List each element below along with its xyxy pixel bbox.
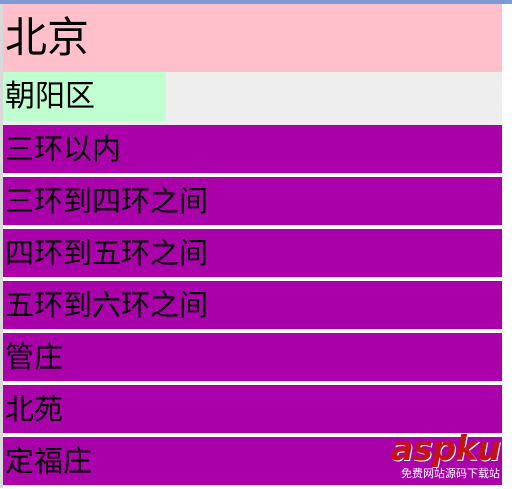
window-right-border xyxy=(504,4,512,488)
area-item-dingfuzhuang[interactable]: 定福庄 xyxy=(3,437,502,485)
area-item-guanzhuang[interactable]: 管庄 xyxy=(3,333,502,381)
area-item-within-third-ring[interactable]: 三环以内 xyxy=(3,125,502,173)
area-list: 三环以内 三环到四环之间 四环到五环之间 五环到六环之间 管庄 北苑 定福庄 xyxy=(3,125,502,485)
location-menu: 北京 朝阳区 三环以内 三环到四环之间 四环到五环之间 五环到六环之间 管庄 北… xyxy=(3,4,502,489)
area-item-fifth-to-sixth-ring[interactable]: 五环到六环之间 xyxy=(3,281,502,329)
area-item-third-to-fourth-ring[interactable]: 三环到四环之间 xyxy=(3,177,502,225)
district-item-chaoyang[interactable]: 朝阳区 xyxy=(3,72,166,121)
city-item-beijing[interactable]: 北京 xyxy=(3,4,502,72)
area-item-fourth-to-fifth-ring[interactable]: 四环到五环之间 xyxy=(3,229,502,277)
area-item-beiyuan[interactable]: 北苑 xyxy=(3,385,502,433)
district-row: 朝阳区 xyxy=(3,72,502,125)
